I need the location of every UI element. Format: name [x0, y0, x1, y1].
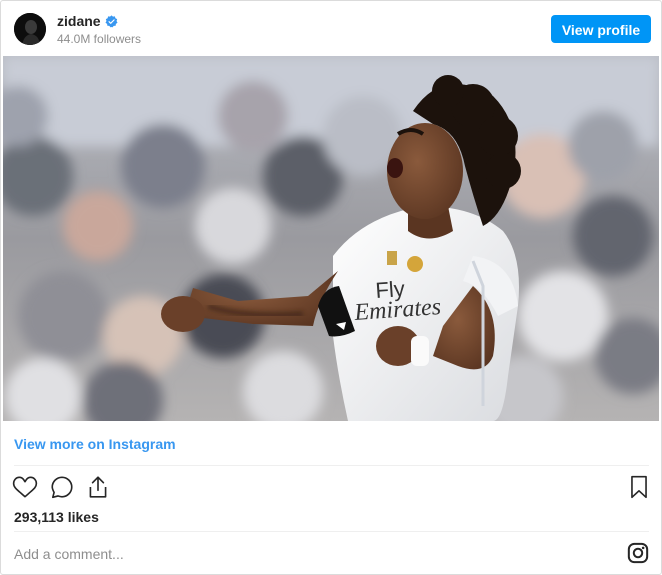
- username[interactable]: zidane: [57, 13, 101, 29]
- divider: [14, 531, 649, 532]
- bookmark-icon[interactable]: [626, 474, 652, 500]
- heart-icon[interactable]: [12, 474, 38, 500]
- followers-count: 44.0M followers: [57, 32, 142, 46]
- avatar-image: [14, 13, 46, 45]
- comment-icon[interactable]: [49, 474, 75, 500]
- add-comment-input[interactable]: Add a comment...: [14, 546, 124, 562]
- view-more-on-instagram-link[interactable]: View more on Instagram: [14, 436, 176, 452]
- post-header: zidane 44.0M followers View profile: [1, 1, 661, 55]
- avatar[interactable]: [14, 13, 46, 45]
- username-row: zidane: [57, 13, 118, 29]
- divider: [14, 465, 649, 466]
- instagram-embed-card: zidane 44.0M followers View profile Fly …: [0, 0, 662, 575]
- post-photo[interactable]: Fly Emirates: [3, 56, 659, 421]
- instagram-icon[interactable]: [627, 542, 649, 564]
- likes-count[interactable]: 293,113 likes: [14, 509, 99, 525]
- view-profile-button[interactable]: View profile: [551, 15, 651, 43]
- post-image: Fly Emirates: [3, 56, 659, 421]
- share-icon[interactable]: [85, 474, 111, 500]
- verified-badge-icon: [105, 14, 118, 27]
